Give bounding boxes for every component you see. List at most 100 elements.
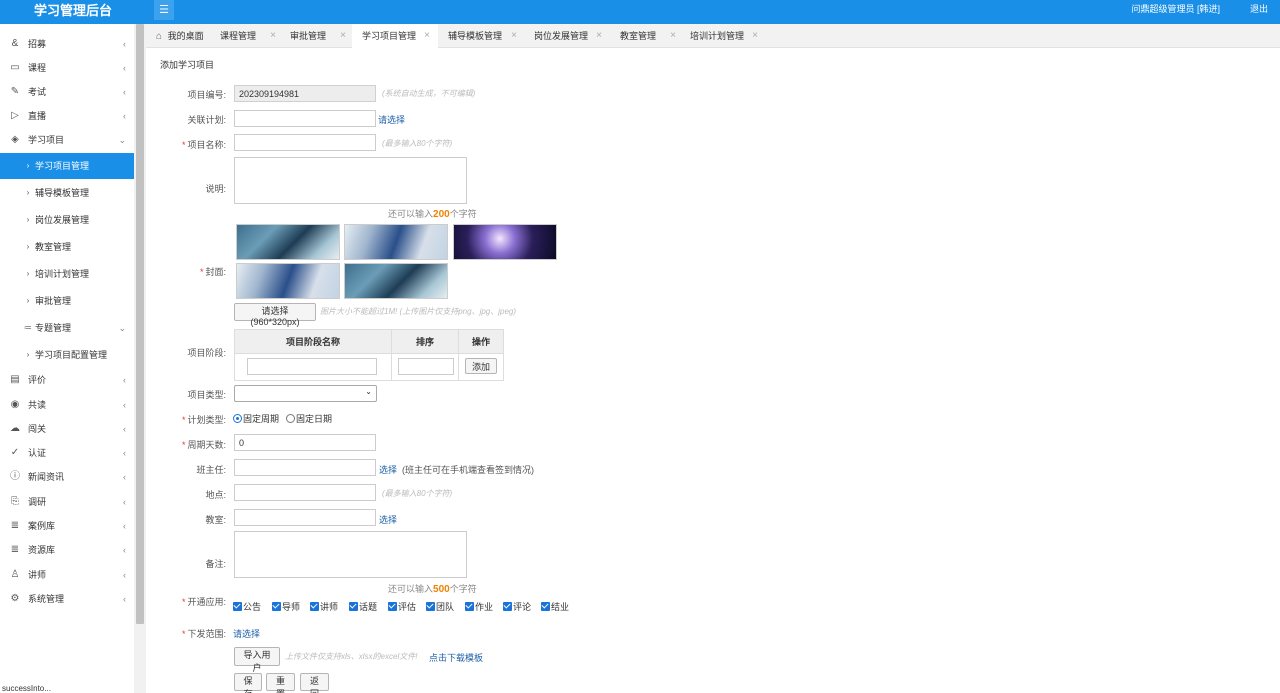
- tab-classroom-manage[interactable]: 教室管理 ×: [610, 24, 680, 48]
- checkbox-checked-icon[interactable]: [541, 602, 550, 611]
- project-name-hint: (最多输入80个字符): [382, 139, 453, 148]
- logout-link[interactable]: 退出: [1250, 0, 1268, 20]
- tab-training-plan[interactable]: 培训计划管理 ×: [680, 24, 760, 48]
- cover-image-3[interactable]: [453, 224, 557, 260]
- stages-cell-action: 添加: [459, 354, 503, 381]
- cover-select-button[interactable]: 请选择(960*320px): [234, 303, 316, 327]
- checkbox-checked-icon[interactable]: [503, 602, 512, 611]
- close-icon[interactable]: ×: [340, 24, 346, 48]
- sidebar-sub-approval[interactable]: › 审批管理: [0, 289, 134, 313]
- chevron-left-icon: ‹: [123, 424, 126, 434]
- close-icon[interactable]: ×: [270, 24, 276, 48]
- sidebar-sub-training-plan[interactable]: › 培训计划管理: [0, 262, 134, 286]
- sidebar-item-exam[interactable]: ✎ 考试 ‹: [0, 80, 134, 104]
- sidebar-item-evaluation[interactable]: ▤ 评价 ‹: [0, 368, 134, 392]
- checkbox-checked-icon[interactable]: [426, 602, 435, 611]
- sidebar-item-co-reading[interactable]: ◉ 共读 ‹: [0, 393, 134, 417]
- chevron-right-icon: ›: [26, 242, 30, 251]
- cover-image-4[interactable]: [236, 263, 340, 299]
- sidebar-sub-career-development[interactable]: › 岗位发展管理: [0, 208, 134, 232]
- sidebar-sub-classroom[interactable]: › 教室管理: [0, 235, 134, 259]
- import-users-button[interactable]: 导入用户: [234, 647, 280, 673]
- checkbox-checked-icon[interactable]: [349, 602, 358, 611]
- stage-order-input[interactable]: [398, 358, 454, 375]
- head-teacher-input[interactable]: [234, 459, 376, 476]
- plan-type-fixed-date[interactable]: 固定日期: [286, 412, 332, 425]
- sidebar-item-live[interactable]: ▷ 直播 ‹: [0, 104, 134, 128]
- location-input[interactable]: [234, 484, 376, 501]
- radio-unchecked-icon[interactable]: [286, 414, 295, 423]
- cover-image-5[interactable]: [344, 263, 448, 299]
- close-icon[interactable]: ×: [752, 24, 758, 48]
- sidebar-item-certification[interactable]: ✓ 认证 ‹: [0, 441, 134, 465]
- app-lecturer[interactable]: 讲师: [310, 600, 338, 613]
- sidebar-sub-project-config[interactable]: › 学习项目配置管理: [0, 343, 134, 367]
- stage-name-input[interactable]: [247, 358, 377, 375]
- sidebar-item-course[interactable]: ▭ 课程 ‹: [0, 56, 134, 80]
- sidebar-item-news[interactable]: ⓘ 新闻资讯 ‹: [0, 465, 134, 489]
- close-icon[interactable]: ×: [424, 24, 430, 48]
- head-teacher-select-link[interactable]: 选择: [379, 463, 397, 476]
- sidebar-item-survey[interactable]: ⎘ 调研 ‹: [0, 490, 134, 514]
- app-topic[interactable]: 话题: [349, 600, 377, 613]
- tab-my-desktop[interactable]: ⌂ 我的桌面: [156, 24, 212, 48]
- form-title: 添加学习项目: [160, 60, 215, 70]
- cover-image-2[interactable]: [344, 224, 448, 260]
- cover-image-1[interactable]: [236, 224, 340, 260]
- sidebar-sub-tutoring-template[interactable]: › 辅导模板管理: [0, 181, 134, 205]
- plan-type-fixed-cycle[interactable]: 固定周期: [233, 412, 279, 425]
- radio-checked-icon[interactable]: [233, 414, 242, 423]
- app-homework[interactable]: 作业: [465, 600, 493, 613]
- related-plan-select-link[interactable]: 请选择: [378, 113, 405, 126]
- checkbox-checked-icon[interactable]: [388, 602, 397, 611]
- description-textarea[interactable]: [234, 157, 467, 204]
- sidebar-item-lecturer[interactable]: ♙ 讲师 ‹: [0, 563, 134, 587]
- close-icon[interactable]: ×: [670, 24, 676, 48]
- cycle-days-input[interactable]: [234, 434, 376, 451]
- remarks-textarea[interactable]: [234, 531, 467, 578]
- app-graduation[interactable]: 结业: [541, 600, 569, 613]
- sidebar-item-recruit[interactable]: & 招募 ‹: [0, 32, 134, 56]
- related-plan-input[interactable]: [234, 110, 376, 127]
- scrollbar-thumb[interactable]: [136, 24, 144, 624]
- classroom-input[interactable]: [234, 509, 376, 526]
- project-name-input[interactable]: [234, 134, 376, 151]
- video-icon: ▷: [11, 110, 19, 121]
- tab-learning-project-manage[interactable]: 学习项目管理 ×: [352, 24, 438, 48]
- app-mentor[interactable]: 导师: [272, 600, 300, 613]
- sidebar-sub-learning-project-manage[interactable]: › 学习项目管理: [0, 153, 134, 179]
- checkbox-checked-icon[interactable]: [310, 602, 319, 611]
- back-button[interactable]: 返回: [300, 673, 329, 693]
- tab-approval-manage[interactable]: 审批管理 ×: [282, 24, 352, 48]
- stage-add-button[interactable]: 添加: [465, 358, 497, 374]
- close-icon[interactable]: ×: [596, 24, 602, 48]
- tab-career-development[interactable]: 岗位发展管理 ×: [524, 24, 610, 48]
- sidebar-scrollbar[interactable]: [134, 24, 146, 693]
- checkbox-checked-icon[interactable]: [233, 602, 242, 611]
- sidebar-item-case-library[interactable]: ≣ 案例库 ‹: [0, 514, 134, 538]
- app-announcement[interactable]: 公告: [233, 600, 261, 613]
- checkbox-checked-icon[interactable]: [465, 602, 474, 611]
- chevron-left-icon: ‹: [123, 87, 126, 97]
- scope-select-link[interactable]: 请选择: [233, 627, 260, 640]
- app-team[interactable]: 团队: [426, 600, 454, 613]
- current-user[interactable]: 问鼎超级管理员 [韩进]: [1131, 0, 1220, 20]
- sidebar-item-resource-library[interactable]: ≣ 资源库 ‹: [0, 538, 134, 562]
- download-template-link[interactable]: 点击下载模板: [429, 651, 483, 664]
- app-assessment[interactable]: 评估: [388, 600, 416, 613]
- save-button[interactable]: 保存: [234, 673, 262, 693]
- app-comment[interactable]: 评论: [503, 600, 531, 613]
- sidebar-item-learning-project[interactable]: ◈ 学习项目 ⌄: [0, 128, 134, 152]
- close-icon[interactable]: ×: [511, 24, 517, 48]
- tab-tutoring-template[interactable]: 辅导模板管理 ×: [438, 24, 524, 48]
- tab-course-manage[interactable]: 课程管理 ×: [212, 24, 282, 48]
- sidebar-item-system[interactable]: ⚙ 系统管理 ‹: [0, 587, 134, 611]
- project-type-select[interactable]: ⌄: [234, 385, 377, 402]
- sidebar-sub-topic[interactable]: ≔ 专题管理 ⌄: [0, 316, 134, 340]
- checkbox-checked-icon[interactable]: [272, 602, 281, 611]
- sidebar-item-challenge[interactable]: ☁ 闯关 ‹: [0, 417, 134, 441]
- classroom-select-link[interactable]: 选择: [379, 513, 397, 526]
- menu-toggle-icon[interactable]: ☰: [154, 0, 174, 20]
- cycle-days-label: * 周期天数:: [181, 440, 226, 450]
- reset-button[interactable]: 重置: [266, 673, 295, 693]
